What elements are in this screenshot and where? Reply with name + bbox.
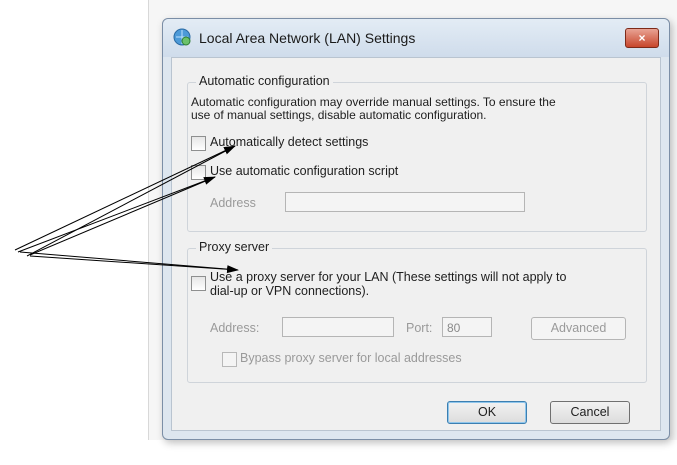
annotation-arrows [14,145,239,274]
arrow-to-auto-detect [14,145,236,257]
arrow-to-use-proxy [19,251,239,274]
arrow-to-auto-script [17,176,216,256]
